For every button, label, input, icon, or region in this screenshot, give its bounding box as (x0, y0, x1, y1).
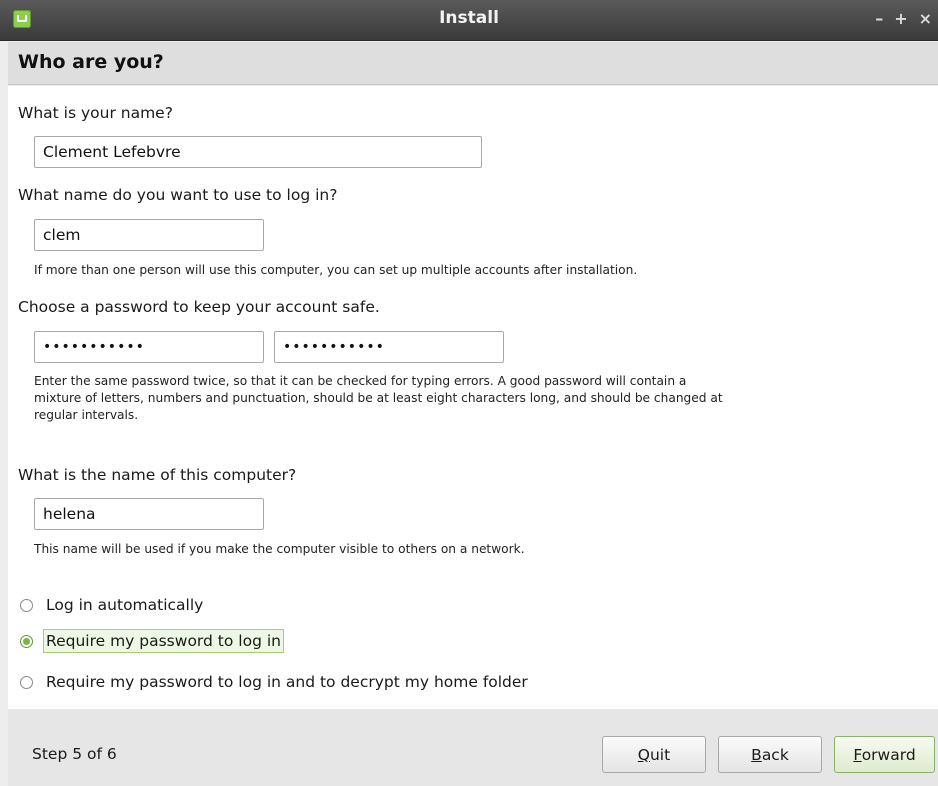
step-indicator: Step 5 of 6 (32, 745, 117, 763)
minimize-icon[interactable]: – (875, 9, 883, 28)
back-button-label: Back (751, 745, 789, 764)
hostname-field[interactable] (34, 498, 264, 530)
forward-button[interactable]: Forward (834, 736, 935, 773)
username-field[interactable] (34, 219, 264, 251)
password-hint-line-1: Enter the same password twice, so that i… (34, 374, 687, 388)
footer-bar: Step 5 of 6 Quit Back Forward (8, 709, 938, 786)
close-icon[interactable]: × (919, 9, 932, 28)
password-field[interactable] (34, 331, 264, 363)
page-title: Who are you? (18, 51, 164, 73)
hostname-hint: This name will be used if you make the c… (34, 542, 525, 556)
back-button[interactable]: Back (718, 736, 822, 773)
login-name-label: What name do you want to use to log in? (18, 186, 338, 204)
window-controls: – + × (875, 9, 932, 28)
hostname-label: What is the name of this computer? (18, 466, 297, 484)
radio-unchecked-icon[interactable] (20, 598, 33, 612)
password-hint-line-3: regular intervals. (34, 408, 139, 422)
name-label: What is your name? (18, 104, 173, 122)
radio-require-password-encrypt-home[interactable]: Require my password to log in and to dec… (20, 670, 531, 694)
window-title: Install (439, 8, 499, 28)
login-hint: If more than one person will use this co… (34, 263, 638, 277)
password-confirm-field[interactable] (274, 331, 504, 363)
maximize-icon[interactable]: + (894, 9, 907, 28)
radio-label: Require my password to log in and to dec… (46, 673, 528, 691)
radio-label: Log in automatically (46, 596, 204, 614)
page-header: Who are you? (8, 42, 938, 85)
forward-button-label: Forward (853, 745, 916, 764)
quit-button[interactable]: Quit (602, 736, 706, 773)
radio-checked-icon[interactable] (20, 634, 33, 648)
radio-unchecked-icon[interactable] (20, 675, 33, 689)
user-form: What is your name? What name do you want… (8, 86, 938, 709)
password-label: Choose a password to keep your account s… (18, 298, 380, 316)
radio-require-password[interactable]: Require my password to log in (20, 629, 284, 653)
window-titlebar[interactable]: Install – + × (0, 0, 938, 41)
full-name-field[interactable] (34, 136, 482, 168)
quit-button-label: Quit (637, 745, 671, 764)
radio-label: Require my password to log in (43, 629, 284, 653)
password-hint-line-2: mixture of letters, numbers and punctuat… (34, 391, 723, 405)
radio-login-automatically[interactable]: Log in automatically (20, 593, 206, 617)
